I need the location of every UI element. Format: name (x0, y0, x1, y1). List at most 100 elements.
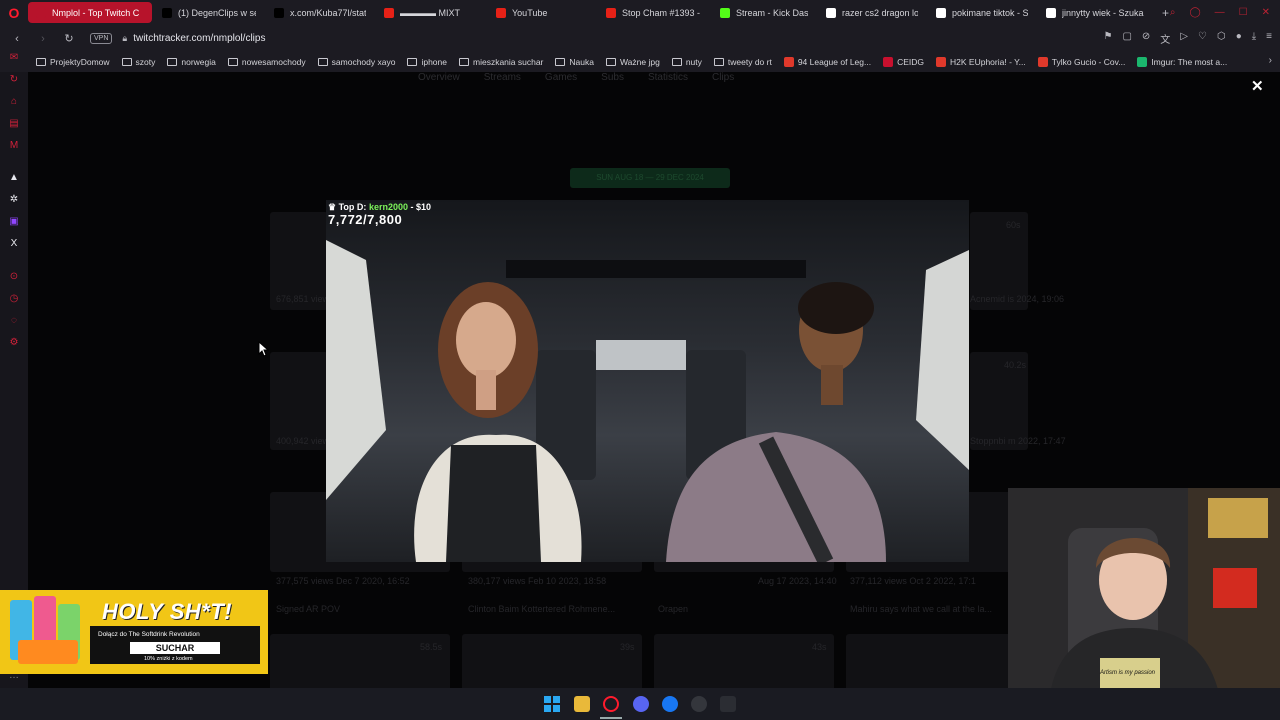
bookmark-item[interactable]: szoty (121, 57, 155, 67)
sidebar-chatgpt-icon[interactable]: ✲ (8, 194, 20, 206)
dimmed-nav-item: Games (544, 72, 578, 83)
folder-icon (407, 58, 418, 66)
windows-start-icon[interactable] (544, 696, 560, 712)
discord-icon[interactable] (633, 696, 649, 712)
adblock-icon[interactable]: ⊘ (1142, 31, 1150, 46)
browser-tab[interactable]: jinnytty wiek - Szuka (1038, 2, 1156, 23)
bookmark-label: samochody xayo (331, 57, 396, 67)
bookmark-item[interactable]: norwegia (167, 57, 216, 67)
sidebar-music-icon[interactable]: M (8, 140, 20, 152)
bookmark-item[interactable]: mieszkania suchar (459, 57, 543, 67)
sidebar-aria-ai-icon[interactable]: ▲ (8, 172, 20, 184)
opera-logo-icon[interactable]: O (0, 0, 28, 25)
sidebar-clock-icon[interactable]: ◷ (8, 293, 20, 305)
browser-tab[interactable]: Stream - Kick Dashb (712, 2, 816, 23)
youtube-icon (384, 7, 394, 18)
bookmark-item[interactable]: Nauka (555, 57, 594, 67)
browser-tab[interactable]: Nmplol - Top Twitch C (28, 2, 152, 23)
download-icon[interactable]: ⤓ (1252, 31, 1256, 46)
sidebar-chat-icon[interactable]: ◌ (8, 315, 20, 327)
browser-tab[interactable]: x.com/Kuba77l/statu (266, 2, 374, 23)
bookmark-item[interactable]: Ważne jpg (605, 57, 660, 67)
bookmarks-overflow-icon[interactable]: › (1269, 55, 1272, 66)
extensions-icon[interactable]: ⬡ (1217, 31, 1226, 46)
browser-tab[interactable]: Stop Cham #1393 - N (598, 2, 710, 23)
browser-tab[interactable]: razer cs2 dragon lore (818, 2, 926, 23)
browser-tab[interactable]: pokimane tiktok - Sz (928, 2, 1036, 23)
tab-snooze-icon[interactable]: ◯ (1189, 7, 1200, 18)
folder-icon (167, 58, 178, 66)
bookmark-label: Nauka (569, 57, 594, 67)
minimize-button[interactable]: — (1215, 7, 1225, 18)
forward-button[interactable]: › (34, 33, 52, 45)
folder-icon (36, 58, 46, 66)
dimmed-text: Stoppnbi m 2022, 17:47 (970, 436, 1066, 446)
menu-icon[interactable]: ≡ (1266, 31, 1272, 46)
browser-tab[interactable]: YouTube (488, 2, 596, 23)
bookmark-item[interactable]: iphone (407, 57, 447, 67)
bookmark-item[interactable]: nuty (671, 57, 702, 67)
x-icon (274, 7, 284, 18)
browser-tab[interactable]: (1) DegenClips w ser (154, 2, 264, 23)
url-field[interactable]: twitchtracker.com/nmplol/clips (133, 33, 265, 44)
bookmark-item[interactable]: H2K EUphoria! - Y... (936, 57, 1026, 67)
bookmark-label: nuty (685, 57, 702, 67)
google-icon (936, 7, 946, 18)
bookmark-label: mieszkania suchar (473, 57, 544, 67)
crown-icon: ♛ (328, 202, 337, 212)
sidebar-news-icon[interactable]: ▤ (8, 118, 20, 130)
sidebar-aria-icon[interactable]: ✉ (8, 52, 20, 64)
reload-icon[interactable]: ↻ (60, 32, 78, 45)
google-icon (1046, 7, 1056, 18)
clip-video-player[interactable]: ♛ Top D: kern2000 - $10 7,772/7,800 (326, 200, 969, 562)
bookmarks-bar: ProjektyDomow szoty norwegia nowesamochody s… (0, 52, 1280, 72)
translate-icon[interactable]: 文 (1160, 31, 1170, 46)
dimmed-text: Orapen (658, 604, 689, 614)
tab-label: YouTube (512, 7, 548, 18)
terminal-icon[interactable] (720, 696, 736, 712)
bookmark-item[interactable]: ProjektyDomow (36, 57, 110, 67)
ad-code: SUCHAR (130, 642, 220, 654)
tab-label: razer cs2 dragon lore (842, 7, 918, 18)
bookmark-item[interactable]: nowesamochody (227, 57, 306, 67)
steam-icon[interactable] (691, 696, 707, 712)
bookmark-item[interactable]: Tylko Gucio - Cov... (1037, 57, 1125, 67)
sidebar-wallet-icon[interactable]: ⌂ (8, 96, 20, 108)
sidebar-player-icon[interactable]: ⊙ (8, 271, 20, 283)
browser-tab-bar: O Nmplol - Top Twitch C (1) DegenClips w … (0, 0, 1280, 25)
back-button[interactable]: ‹ (8, 33, 26, 45)
folder-icon (121, 58, 132, 66)
sidebar-twitch-icon[interactable]: ▣ (8, 216, 20, 228)
bookmark-label: tweety do rt (727, 57, 772, 67)
lock-icon[interactable]: 🔒︎ (122, 33, 127, 44)
close-window-button[interactable]: ✕ (1262, 7, 1270, 18)
profile-icon[interactable]: ● (1236, 31, 1242, 46)
sidebar-history-icon[interactable]: ↻ (8, 74, 20, 86)
bookmark-item[interactable]: tweety do rt (713, 57, 772, 67)
browser-tab[interactable]: ▬▬▬▬ MIXT (376, 2, 486, 23)
dimmed-badge: 39s (620, 642, 635, 652)
sidebar-x-icon[interactable]: X (8, 238, 20, 250)
bookmark-item[interactable]: samochody xayo (317, 57, 396, 67)
bookmark-item[interactable]: 94 League of Leg... (783, 57, 871, 67)
opera-taskbar-icon[interactable] (603, 696, 619, 712)
youtube-icon (606, 7, 616, 18)
player-icon[interactable]: ▷ (1180, 31, 1188, 46)
bookmark-item[interactable]: Imgur: The most a... (1137, 57, 1227, 67)
webcam-shirt-text: Artism is my passion (1100, 670, 1156, 676)
snapshot-icon[interactable]: ▢ (1122, 31, 1131, 46)
file-explorer-icon[interactable] (574, 696, 590, 712)
modal-close-button[interactable]: ✕ (1251, 77, 1264, 95)
twitchtracker-icon (36, 7, 46, 18)
sidebar-settings-icon[interactable]: ⚙ (8, 337, 20, 349)
new-tab-button[interactable]: + (1162, 6, 1169, 20)
bookmark-icon[interactable]: ⚑ (1103, 31, 1112, 46)
maximize-button[interactable]: ☐ (1239, 7, 1248, 18)
vpn-badge[interactable]: VPN (90, 33, 113, 44)
dimmed-text: 676,851 views (276, 294, 334, 304)
heart-icon[interactable]: ♡ (1198, 31, 1207, 46)
bookmark-item[interactable]: CEIDG (883, 57, 924, 67)
address-bar: ‹ › ↻ VPN 🔒︎ twitchtracker.com/nmplol/cl… (0, 25, 1280, 52)
facebook-icon[interactable] (662, 696, 678, 712)
search-tabs-icon[interactable]: ⌕ (1170, 7, 1176, 18)
